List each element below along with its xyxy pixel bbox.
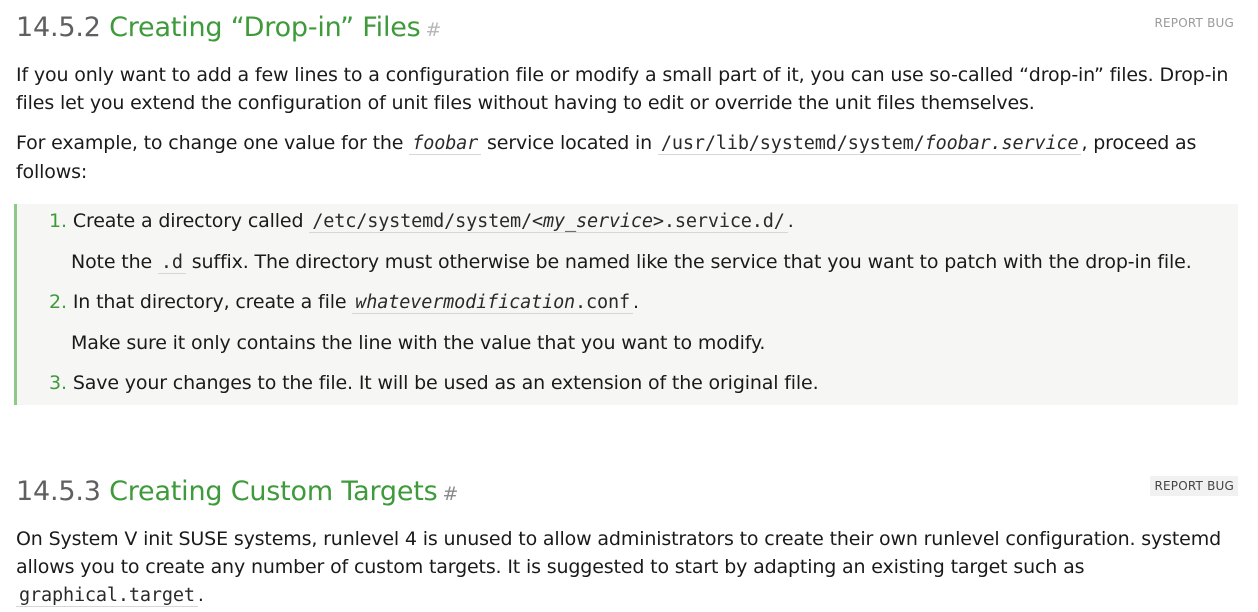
- code-graphical-target: graphical.target: [16, 585, 198, 607]
- step-2-note: Make sure it only contains the line with…: [71, 332, 766, 354]
- report-bug-button[interactable]: REPORT BUG: [1150, 13, 1238, 33]
- permalink-anchor[interactable]: #: [426, 19, 442, 41]
- step-3: 3. Save your changes to the file. It will…: [49, 372, 819, 394]
- step-2: 2. In that directory, create a file whate…: [49, 291, 639, 314]
- section-heading: 14.5.3 Creating Custom Targets #: [16, 470, 1238, 516]
- example-paragraph: For example, to change one value for the…: [16, 132, 1197, 183]
- section-number: 14.5.3: [16, 476, 101, 507]
- section-custom-targets: 14.5.3 Creating Custom Targets # REPORT B…: [16, 470, 1238, 610]
- step-1: 1. Create a directory called /etc/systemd…: [49, 210, 794, 233]
- section-title: Creating Custom Targets: [109, 476, 438, 507]
- section-heading: 14.5.2 Creating “Drop-in” Files #: [16, 6, 1238, 52]
- code-dropin-directory: /etc/systemd/system/<my_service>.service…: [309, 211, 788, 233]
- step-1-note: Note the .d suffix. The directory must o…: [71, 251, 1192, 274]
- section-title: Creating “Drop-in” Files: [109, 12, 421, 43]
- code-service-path: /usr/lib/systemd/system/foobar.service: [657, 133, 1082, 155]
- section-number: 14.5.2: [16, 12, 101, 43]
- code-d-suffix: .d: [157, 252, 186, 274]
- report-bug-button[interactable]: REPORT BUG: [1150, 476, 1238, 496]
- code-foobar: foobar: [409, 133, 482, 155]
- permalink-anchor[interactable]: #: [443, 483, 459, 505]
- custom-targets-paragraph: On System V init SUSE systems, runlevel …: [16, 528, 1221, 607]
- procedure-steps: 1. Create a directory called /etc/systemd…: [14, 204, 1238, 405]
- intro-paragraph: If you only want to add a few lines to a…: [16, 64, 1229, 114]
- code-conf-file: whatevermodification.conf: [352, 292, 633, 314]
- section-drop-in-files: 14.5.2 Creating “Drop-in” Files # REPORT …: [16, 6, 1238, 186]
